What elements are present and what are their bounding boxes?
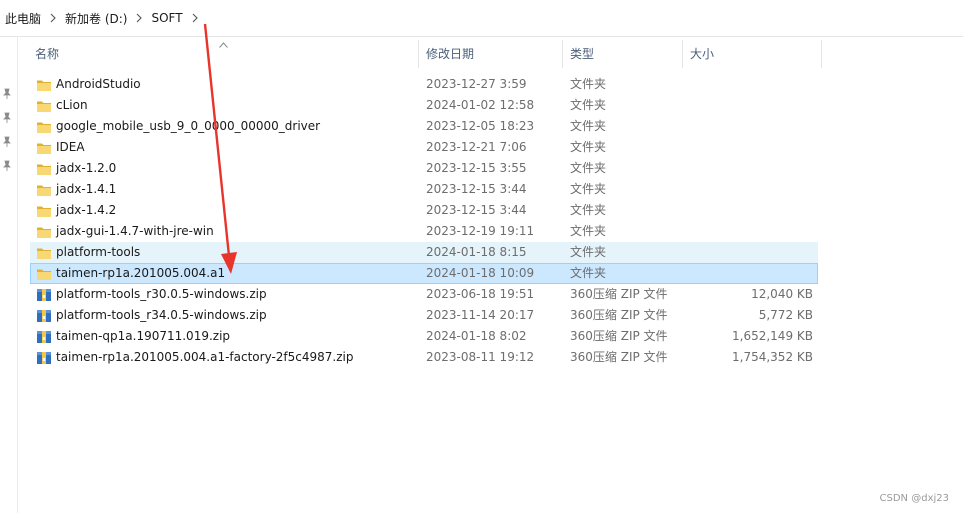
file-name: taimen-rp1a.201005.004.a1	[56, 266, 226, 280]
zip-archive-icon	[36, 308, 52, 324]
modified-date: 2024-01-02 12:58	[426, 98, 535, 112]
pin-icon[interactable]	[1, 112, 13, 124]
modified-date: 2023-06-18 19:51	[426, 287, 535, 301]
folder-row[interactable]: cLion 2024-01-02 12:58 文件夹	[30, 95, 818, 116]
file-name: platform-tools_r34.0.5-windows.zip	[56, 308, 267, 322]
folder-icon	[36, 119, 52, 135]
file-type: 文件夹	[570, 161, 607, 175]
folder-icon	[36, 182, 52, 198]
address-bar[interactable]: 此电脑 新加卷 (D:) SOFT	[0, 0, 963, 37]
folder-icon	[36, 203, 52, 219]
file-size: 1,754,352 KB	[732, 350, 813, 364]
folder-row[interactable]: jadx-1.4.1 2023-12-15 3:44 文件夹	[30, 179, 818, 200]
folder-row[interactable]: IDEA 2023-12-21 7:06 文件夹	[30, 137, 818, 158]
file-name: google_mobile_usb_9_0_0000_00000_driver	[56, 119, 321, 133]
file-type: 文件夹	[570, 245, 607, 259]
folder-icon	[36, 224, 52, 240]
file-explorer-window: 此电脑 新加卷 (D:) SOFT 名称 修改日期 类型 大小 AndroidS…	[0, 0, 963, 513]
file-name: jadx-1.4.1	[56, 182, 117, 196]
modified-date: 2024-01-18 8:02	[426, 329, 527, 343]
zip-archive-icon	[36, 287, 52, 303]
pin-icon[interactable]	[1, 88, 13, 100]
folder-icon	[36, 161, 52, 177]
folder-icon	[36, 245, 52, 261]
folder-row[interactable]: jadx-1.4.2 2023-12-15 3:44 文件夹	[30, 200, 818, 221]
pin-icon[interactable]	[1, 160, 13, 172]
modified-date: 2023-12-27 3:59	[426, 77, 527, 91]
breadcrumb-item-this-pc[interactable]: 此电脑	[5, 10, 41, 27]
zip-archive-icon	[36, 329, 52, 345]
column-header-name[interactable]: 名称	[28, 40, 419, 68]
folder-row[interactable]: AndroidStudio 2023-12-27 3:59 文件夹	[30, 74, 818, 95]
zip-archive-icon	[36, 350, 52, 366]
modified-date: 2023-12-15 3:55	[426, 161, 527, 175]
file-name: platform-tools_r30.0.5-windows.zip	[56, 287, 267, 301]
zip-file-row[interactable]: platform-tools_r30.0.5-windows.zip 2023-0…	[30, 284, 818, 305]
folder-row[interactable]: taimen-rp1a.201005.004.a1 2024-01-18 10:0…	[30, 263, 818, 284]
file-type: 文件夹	[570, 119, 607, 133]
zip-file-row[interactable]: taimen-rp1a.201005.004.a1-factory-2f5c49…	[30, 347, 818, 368]
chevron-right-icon[interactable]	[127, 13, 151, 23]
modified-date: 2023-08-11 19:12	[426, 350, 535, 364]
folder-row[interactable]: platform-tools 2024-01-18 8:15 文件夹	[30, 242, 818, 263]
navigation-pane[interactable]	[0, 36, 18, 513]
file-name: jadx-1.2.0	[56, 161, 117, 175]
file-name: jadx-1.4.2	[56, 203, 117, 217]
file-name: cLion	[56, 98, 88, 112]
folder-row[interactable]: jadx-gui-1.4.7-with-jre-win 2023-12-19 19…	[30, 221, 818, 242]
folder-icon	[36, 77, 52, 93]
breadcrumb: 此电脑 新加卷 (D:) SOFT	[5, 9, 207, 27]
watermark: CSDN @dxj23	[879, 493, 949, 504]
modified-date: 2023-12-15 3:44	[426, 203, 527, 217]
file-name: AndroidStudio	[56, 77, 141, 91]
folder-icon	[36, 140, 52, 156]
file-name: taimen-rp1a.201005.004.a1-factory-2f5c49…	[56, 350, 354, 364]
file-type: 文件夹	[570, 140, 607, 154]
zip-file-row[interactable]: platform-tools_r34.0.5-windows.zip 2023-1…	[30, 305, 818, 326]
column-header-date[interactable]: 修改日期	[419, 40, 563, 68]
file-name: jadx-gui-1.4.7-with-jre-win	[56, 224, 214, 238]
modified-date: 2023-12-21 7:06	[426, 140, 527, 154]
file-type: 360压缩 ZIP 文件	[570, 287, 668, 301]
file-name: platform-tools	[56, 245, 141, 259]
file-type: 文件夹	[570, 182, 607, 196]
file-type: 文件夹	[570, 98, 607, 112]
column-header-type[interactable]: 类型	[563, 40, 683, 68]
file-type: 文件夹	[570, 77, 607, 91]
modified-date: 2023-12-19 19:11	[426, 224, 535, 238]
file-type: 360压缩 ZIP 文件	[570, 350, 668, 364]
file-size: 5,772 KB	[758, 308, 813, 322]
modified-date: 2023-12-05 18:23	[426, 119, 535, 133]
column-header-size[interactable]: 大小	[683, 40, 822, 68]
file-size: 12,040 KB	[751, 287, 813, 301]
folder-row[interactable]: jadx-1.2.0 2023-12-15 3:55 文件夹	[30, 158, 818, 179]
file-type: 文件夹	[570, 266, 607, 280]
file-name: taimen-qp1a.190711.019.zip	[56, 329, 231, 343]
chevron-right-icon[interactable]	[183, 13, 207, 23]
file-size: 1,652,149 KB	[732, 329, 813, 343]
modified-date: 2024-01-18 8:15	[426, 245, 527, 259]
pin-icon[interactable]	[1, 136, 13, 148]
folder-icon	[36, 98, 52, 114]
chevron-right-icon[interactable]	[41, 13, 65, 23]
breadcrumb-item-soft[interactable]: SOFT	[151, 11, 182, 25]
file-type: 360压缩 ZIP 文件	[570, 308, 668, 322]
zip-file-row[interactable]: taimen-qp1a.190711.019.zip 2024-01-18 8:0…	[30, 326, 818, 347]
file-type: 文件夹	[570, 203, 607, 217]
folder-icon	[36, 266, 52, 282]
modified-date: 2023-12-15 3:44	[426, 182, 527, 196]
breadcrumb-item-drive-d[interactable]: 新加卷 (D:)	[65, 10, 127, 27]
file-type: 文件夹	[570, 224, 607, 238]
modified-date: 2023-11-14 20:17	[426, 308, 535, 322]
modified-date: 2024-01-18 10:09	[426, 266, 535, 280]
file-type: 360压缩 ZIP 文件	[570, 329, 668, 343]
file-name: IDEA	[56, 140, 85, 154]
folder-row[interactable]: google_mobile_usb_9_0_0000_00000_driver 2…	[30, 116, 818, 137]
column-header: 名称 修改日期 类型 大小	[28, 40, 823, 68]
